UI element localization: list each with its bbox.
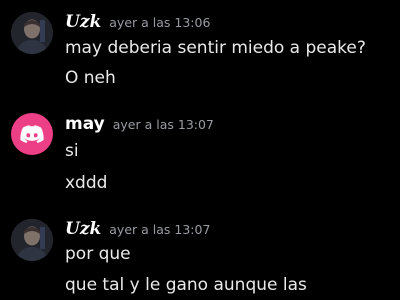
person-photo-icon: [11, 219, 53, 261]
author-name[interactable]: may: [65, 114, 105, 134]
message-text: O neh: [65, 68, 116, 88]
message-text: si: [65, 141, 79, 161]
message-timestamp: ayer a las 13:07: [112, 117, 214, 132]
user-avatar-may[interactable]: [11, 113, 53, 155]
message-text: por que: [65, 244, 131, 264]
message-header: Uzk ayer a las 13:07: [65, 219, 210, 239]
message-text: may deberia sentir miedo a peake?: [65, 38, 366, 58]
author-name[interactable]: Uzk: [65, 12, 101, 32]
user-avatar-uzk[interactable]: [11, 219, 53, 261]
user-avatar-uzk[interactable]: [11, 12, 53, 54]
message-header: Uzk ayer a las 13:06: [65, 12, 210, 32]
message-timestamp: ayer a las 13:06: [109, 15, 211, 30]
discord-logo-icon: [20, 125, 44, 143]
message-timestamp: ayer a las 13:07: [109, 222, 211, 237]
message-text: que tal y le gano aunque las: [65, 275, 307, 295]
chat-message-list: Uzk ayer a las 13:06 may deberia sentir m…: [0, 0, 400, 300]
author-name[interactable]: Uzk: [65, 219, 101, 239]
message-header: may ayer a las 13:07: [65, 114, 214, 134]
person-photo-icon: [11, 12, 53, 54]
message-text: xddd: [65, 173, 108, 193]
